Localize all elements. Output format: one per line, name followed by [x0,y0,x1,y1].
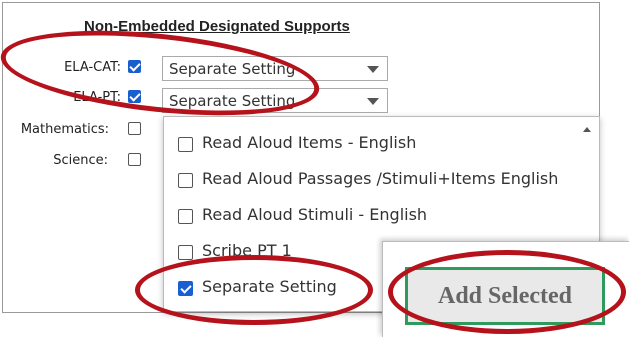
option-checkbox[interactable] [178,281,193,296]
row-mathematics: Mathematics: [0,120,109,142]
row-ela-cat: ELA-CAT: [0,58,121,80]
option-label: Separate Setting [202,277,337,296]
add-selected-panel: Add Selected [382,241,629,337]
select-value: Separate Setting [169,60,296,78]
ela-cat-checkbox[interactable] [128,60,141,73]
ela-pt-checkbox[interactable] [128,90,141,103]
chevron-down-icon [367,66,379,73]
ela-cat-select[interactable]: Separate Setting [162,56,388,81]
row-label: Mathematics: [20,122,109,137]
row-label: ELA-CAT: [64,60,121,75]
option-checkbox[interactable] [178,209,193,224]
ela-pt-select[interactable]: Separate Setting [162,88,388,113]
add-selected-button[interactable]: Add Selected [405,267,605,325]
option-label: Scribe PT 1 [202,241,292,260]
option-checkbox[interactable] [178,137,193,152]
row-science: Science: [0,151,108,173]
science-checkbox[interactable] [128,153,141,166]
row-ela-pt: ELA-PT: [0,88,121,110]
select-value: Separate Setting [169,92,296,110]
row-label: ELA-PT: [73,90,121,105]
option-label: Read Aloud Stimuli - English [202,205,428,224]
option-checkbox[interactable] [178,173,193,188]
option-checkbox[interactable] [178,245,193,260]
option-label: Read Aloud Passages /Stimuli+Items Engli… [202,169,559,188]
mathematics-checkbox[interactable] [128,122,141,135]
option-label: Read Aloud Items - English [202,133,417,152]
scroll-up-icon[interactable] [583,127,591,132]
section-title: Non-Embedded Designated Supports [84,18,350,35]
row-label: Science: [53,153,108,168]
chevron-down-icon [367,98,379,105]
